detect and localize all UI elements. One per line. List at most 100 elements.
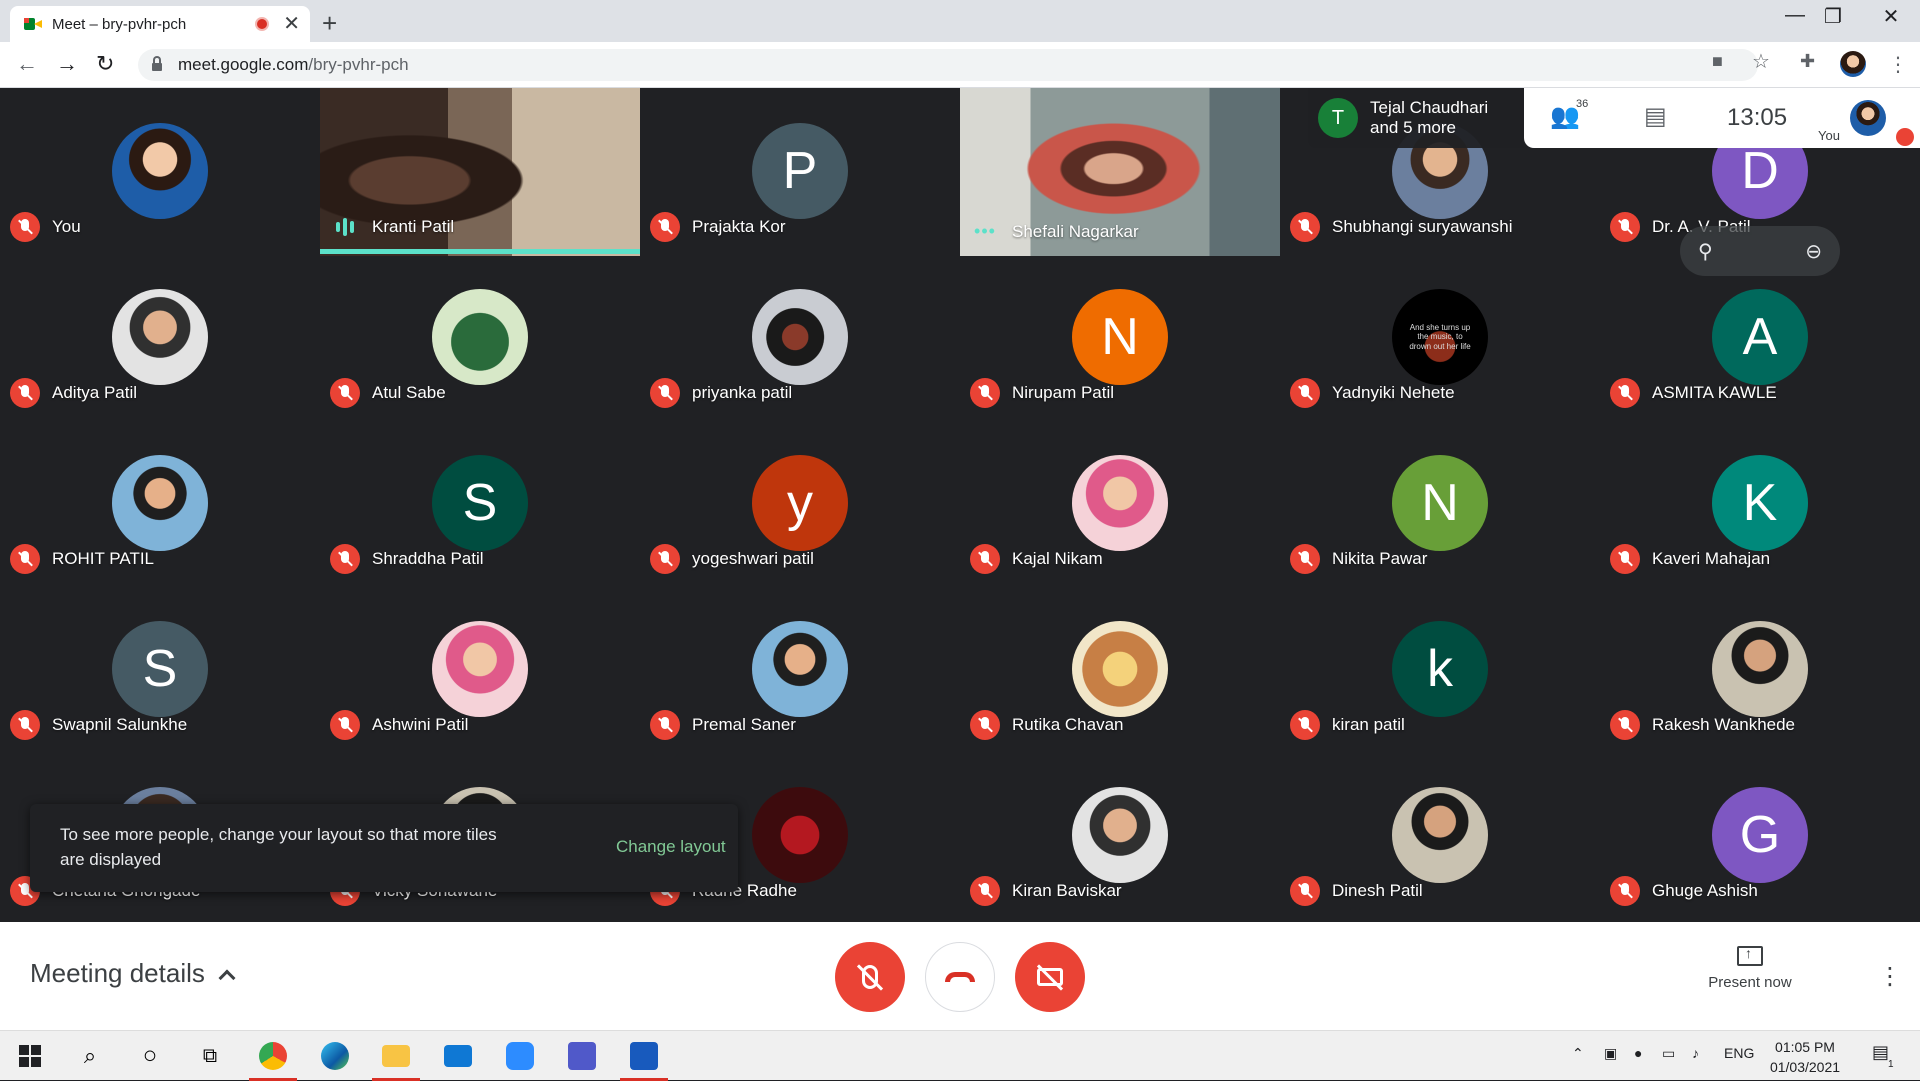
chrome-taskbar-icon[interactable] <box>243 1031 303 1081</box>
participant-tile[interactable]: A ASMITA KAWLE <box>1600 254 1920 420</box>
participant-label: ROHIT PATIL <box>10 544 154 574</box>
participant-tile[interactable]: Rakesh Wankhede <box>1600 586 1920 752</box>
participant-tile[interactable]: y yogeshwari patil <box>640 420 960 586</box>
browser-menu-icon[interactable]: ⋮ <box>1888 52 1908 77</box>
participant-tile[interactable]: Atul Sabe <box>320 254 640 420</box>
audio-level-icon <box>330 212 360 242</box>
language-indicator[interactable]: ENG <box>1724 1045 1754 1061</box>
network-icon[interactable]: ▭ <box>1662 1045 1675 1062</box>
url-text: meet.google.com/bry-pvhr-pch <box>178 55 409 74</box>
leave-call-button[interactable] <box>925 942 995 1012</box>
participant-tile[interactable]: Rutika Chavan <box>960 586 1280 752</box>
participant-avatar <box>112 289 208 385</box>
zoom-icon[interactable] <box>490 1031 550 1081</box>
participant-name: Shefali Nagarkar <box>1012 221 1139 241</box>
start-button[interactable] <box>0 1031 60 1081</box>
system-clock[interactable]: 01:05 PM 01/03/2021 <box>1760 1037 1850 1077</box>
back-arrow-icon[interactable]: ← <box>16 51 38 77</box>
tab-title: Meet – bry-pvhr-pch <box>52 15 187 33</box>
forward-arrow-icon[interactable]: → <box>56 51 78 77</box>
participant-tile[interactable]: K Kaveri Mahajan <box>1600 420 1920 586</box>
volume-icon[interactable]: ♪ <box>1692 1045 1699 1061</box>
camera-permission-icon[interactable]: ■ <box>1712 51 1723 72</box>
notification-count: 1 <box>1888 1059 1894 1070</box>
browser-tab[interactable]: Meet – bry-pvhr-pch ✕ <box>10 6 310 42</box>
camera-toggle-button[interactable] <box>1015 942 1085 1012</box>
participant-avatar <box>112 123 208 219</box>
new-tab-button[interactable]: + <box>322 8 337 39</box>
participant-tile[interactable]: ••• Shefali Nagarkar <box>960 88 1280 256</box>
participant-name: Rutika Chavan <box>1012 715 1124 734</box>
chat-icon[interactable]: ▤ <box>1644 102 1667 131</box>
edge-taskbar-icon[interactable] <box>305 1031 365 1081</box>
extensions-puzzle-icon[interactable]: ✚ <box>1800 51 1815 72</box>
close-window-button[interactable]: ✕ <box>1866 4 1916 29</box>
microphone-tray-icon[interactable]: ● <box>1634 1045 1642 1061</box>
participant-avatar <box>752 787 848 883</box>
participant-name: Atul Sabe <box>372 383 446 402</box>
participant-tile[interactable]: Kranti Patil <box>320 88 640 256</box>
profile-avatar[interactable] <box>1840 51 1866 77</box>
participant-name: ROHIT PATIL <box>52 549 155 568</box>
participant-label: Rakesh Wankhede <box>1610 710 1795 740</box>
participant-tile[interactable]: P Prajakta Kor <box>640 88 960 254</box>
participant-tile[interactable]: S Swapnil Salunkhe <box>0 586 320 752</box>
participant-tile[interactable]: Ashwini Patil <box>320 586 640 752</box>
participant-tile[interactable]: priyanka patil <box>640 254 960 420</box>
mic-off-icon <box>970 710 1000 740</box>
participant-tile[interactable]: Premal Saner <box>640 586 960 752</box>
system-time: 01:05 PM <box>1775 1039 1835 1055</box>
meeting-details-button[interactable]: Meeting details <box>30 958 236 989</box>
teams-icon[interactable] <box>552 1031 612 1081</box>
participant-tile[interactable]: Aditya Patil <box>0 254 320 420</box>
participant-name: Yadnyiki Nehete <box>1332 383 1455 402</box>
audio-dots-icon: ••• <box>974 221 996 241</box>
lock-icon <box>152 56 162 71</box>
mic-off-icon <box>970 544 1000 574</box>
participant-avatar <box>112 455 208 551</box>
avatar-initial: S <box>142 640 178 698</box>
tab-close-icon[interactable]: ✕ <box>283 14 300 34</box>
maximize-button[interactable]: ❐ <box>1808 4 1858 29</box>
participant-tile[interactable]: k kiran patil <box>1280 586 1600 752</box>
more-options-icon[interactable]: ⋮ <box>1878 962 1902 991</box>
participant-tile[interactable]: Dinesh Patil <box>1280 752 1600 918</box>
meet-favicon-icon <box>24 16 42 32</box>
participant-name: Prajakta Kor <box>692 217 786 236</box>
bookmark-star-icon[interactable]: ☆ <box>1752 49 1770 74</box>
notifications-icon[interactable]: ▤ <box>1872 1042 1889 1063</box>
participant-avatar: N <box>1392 455 1488 551</box>
self-view-avatar[interactable] <box>1850 100 1886 136</box>
participant-tile[interactable]: ROHIT PATIL <box>0 420 320 586</box>
pin-icon[interactable]: ⚲ <box>1698 239 1713 264</box>
participant-avatar: And she turns up the music, to drown out… <box>1392 289 1488 385</box>
present-now-button[interactable]: Present now <box>1700 945 1800 991</box>
task-view-icon[interactable]: ⧉ <box>180 1031 240 1081</box>
participant-label: Ghuge Ashish <box>1610 876 1758 906</box>
participant-tile[interactable]: Kajal Nikam <box>960 420 1280 586</box>
address-bar[interactable]: meet.google.com/bry-pvhr-pch <box>138 49 1758 81</box>
participant-label: Shraddha Patil <box>330 544 484 574</box>
reload-icon[interactable]: ↻ <box>96 51 114 77</box>
participant-tile[interactable]: N Nirupam Patil <box>960 254 1280 420</box>
participant-tile[interactable]: You <box>0 88 320 254</box>
cortana-icon[interactable]: ○ <box>120 1031 180 1081</box>
change-layout-button[interactable]: Change layout <box>616 837 726 857</box>
tray-chevron-icon[interactable]: ⌃ <box>1572 1045 1584 1062</box>
search-icon[interactable]: ⌕ <box>60 1031 120 1081</box>
mail-icon[interactable] <box>428 1031 488 1081</box>
participant-avatar: y <box>752 455 848 551</box>
mic-toggle-button[interactable] <box>835 942 905 1012</box>
participant-tile[interactable]: S Shraddha Patil <box>320 420 640 586</box>
participant-tile[interactable]: G Ghuge Ashish <box>1600 752 1920 918</box>
participant-tile[interactable]: N Nikita Pawar <box>1280 420 1600 586</box>
self-view-label: You <box>1818 128 1840 143</box>
participant-tile[interactable]: And she turns up the music, to drown out… <box>1280 254 1600 420</box>
file-explorer-icon[interactable] <box>366 1031 426 1081</box>
participant-name: Nirupam Patil <box>1012 383 1115 402</box>
participant-tile[interactable]: Kiran Baviskar <box>960 752 1280 918</box>
word-icon[interactable] <box>614 1031 674 1081</box>
mute-participant-icon[interactable]: ⊖ <box>1805 239 1822 264</box>
participant-name: Shraddha Patil <box>372 549 484 568</box>
meet-tray-icon[interactable]: ▣ <box>1604 1045 1617 1062</box>
